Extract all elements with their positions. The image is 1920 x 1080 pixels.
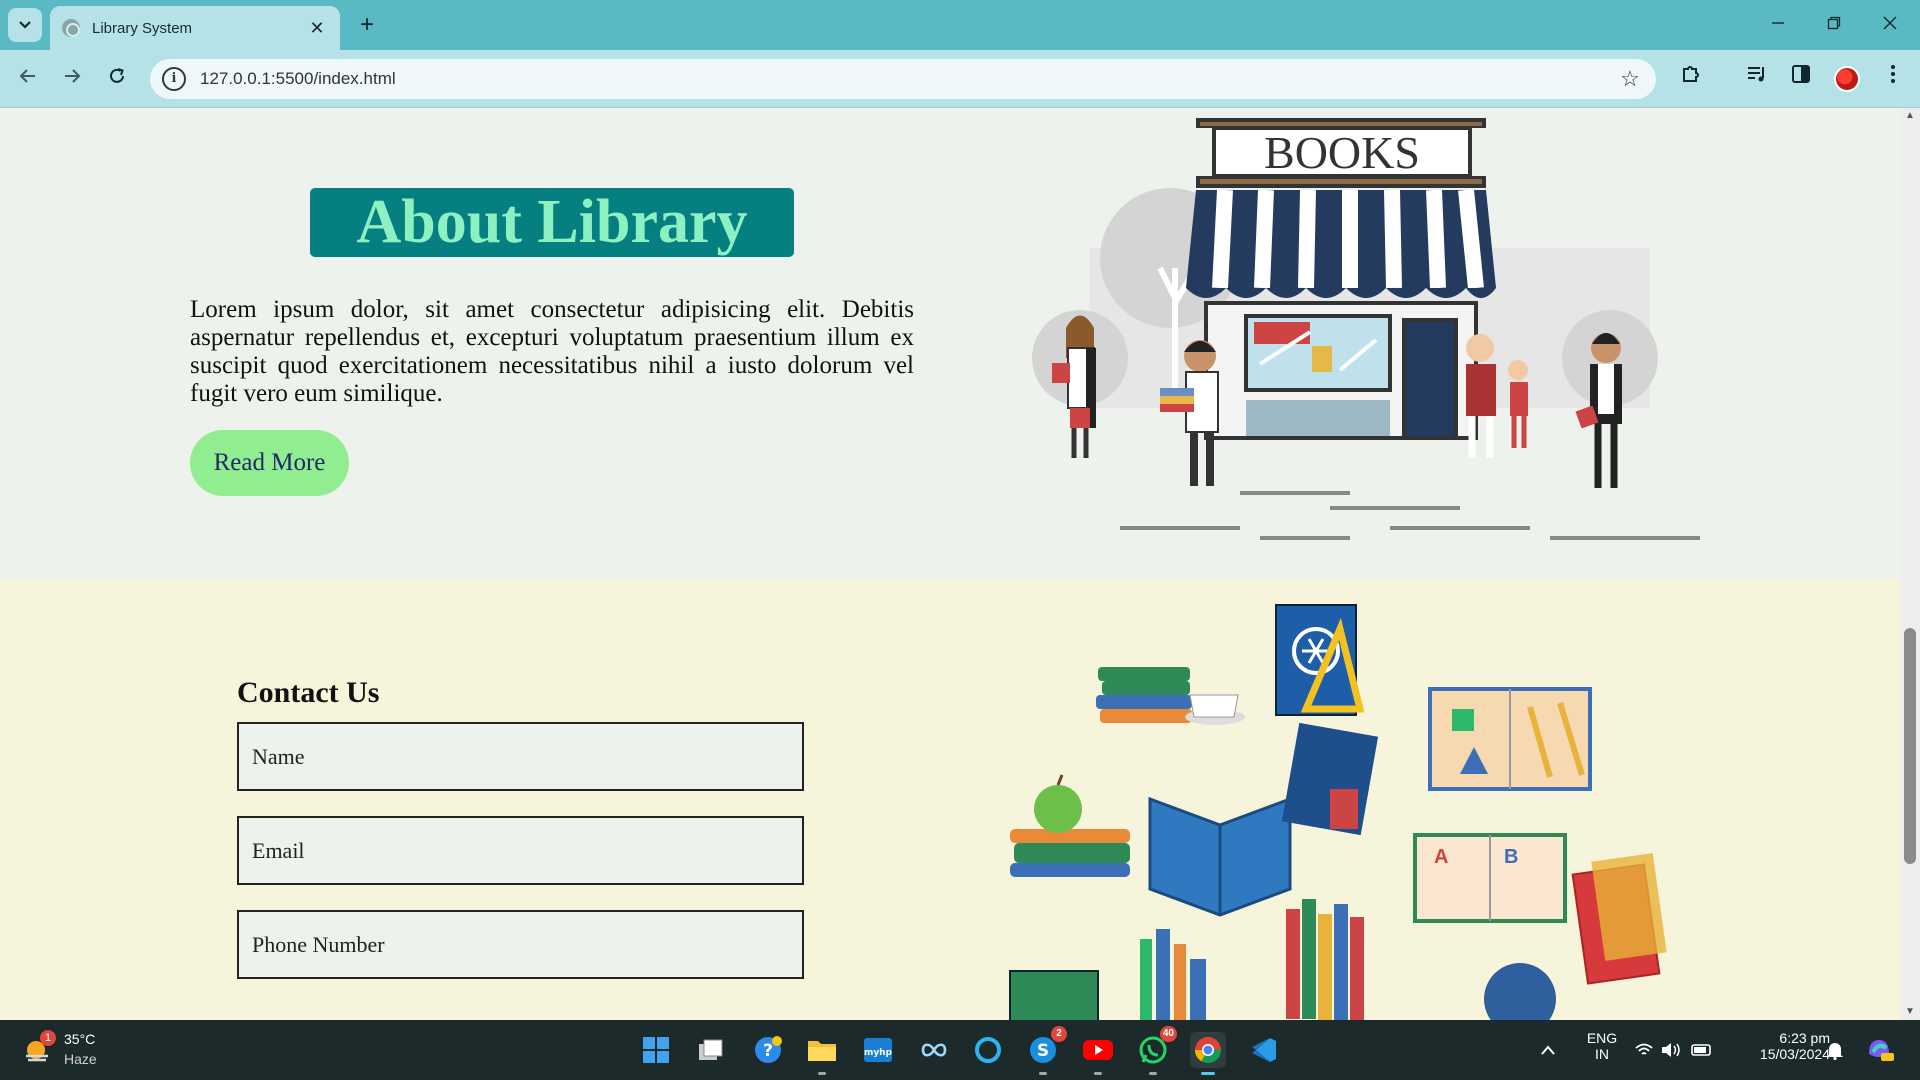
skype-icon[interactable]: S 2 [1025,1026,1067,1075]
cortana-icon[interactable] [970,1032,1006,1068]
extensions-icon[interactable] [1674,62,1708,96]
contact-title: Contact Us [237,676,380,709]
wifi-icon [1635,1043,1653,1055]
weather-condition[interactable]: Haze [64,1051,97,1067]
contact-section: Contact Us Name Email Phone Number A B [0,579,1900,1020]
youtube-icon[interactable] [1080,1032,1116,1075]
media-control-icon[interactable] [1740,62,1774,96]
scrollbar-thumb[interactable] [1904,628,1916,864]
about-title: About Library [310,188,794,257]
skype-notification-badge: 2 [1051,1026,1067,1042]
clock-date: 15/03/2024 [1759,1046,1830,1062]
clock[interactable]: 6:23 pm 15/03/2024 [1740,1020,1830,1080]
kebab-menu-icon[interactable] [1876,62,1910,96]
task-view-icon[interactable] [692,1032,728,1068]
volume-icon [1662,1043,1671,1057]
scroll-up-arrow-icon[interactable]: ▲ [1900,108,1920,124]
vscode-icon[interactable] [1246,1032,1282,1068]
url-text[interactable]: 127.0.0.1:5500/index.html [200,69,1612,89]
minimize-icon[interactable] [1750,6,1806,42]
arrow-left-icon [19,69,35,83]
about-paragraph: Lorem ipsum dolor, sit amet consectetur … [190,296,914,407]
address-bar[interactable]: i 127.0.0.1:5500/index.html ☆ [150,59,1656,99]
language-indicator[interactable]: ENG IN [1582,1020,1622,1080]
svg-text:S: S [1037,1041,1049,1061]
running-indicator [1094,1072,1102,1075]
reload-button[interactable] [99,61,135,97]
notification-bell-icon[interactable] [1826,1020,1846,1080]
help-icon[interactable]: ? [750,1032,786,1068]
weather-badge: 1 [40,1030,56,1046]
running-indicator [818,1072,826,1075]
show-hidden-icons-chevron-up-icon[interactable] [1540,1020,1570,1080]
bookstore-illustration: BOOKS [1032,118,1700,540]
start-windows-icon[interactable] [638,1032,674,1068]
svg-text:A: A [1434,846,1448,868]
email-field[interactable]: Email [237,816,804,885]
forward-button[interactable] [54,61,90,97]
scroll-down-arrow-icon[interactable]: ▼ [1900,1004,1920,1020]
svg-text:?: ? [763,1041,773,1061]
myhp-icon[interactable]: myhp [860,1032,896,1068]
tab-close-button[interactable]: ✕ [306,18,328,39]
running-indicator [1149,1072,1157,1075]
whatsapp-notification-badge: 40 [1159,1026,1177,1042]
chrome-icon[interactable] [1190,1032,1226,1075]
svg-text:B: B [1504,846,1518,868]
read-more-button[interactable]: Read More [190,430,349,496]
infinity-app-icon[interactable] [916,1032,952,1068]
page-viewport: About Library Lorem ipsum dolor, sit ame… [0,108,1920,1020]
site-info-icon[interactable]: i [162,67,186,91]
profile-avatar[interactable] [1834,66,1860,92]
svg-text:myhp: myhp [864,1048,893,1058]
language-code: ENG [1586,1030,1618,1046]
restore-icon[interactable] [1806,6,1862,42]
about-section: About Library Lorem ipsum dolor, sit ame… [0,108,1900,579]
books-illustration: A B [1009,604,1667,1020]
arrow-right-icon [65,69,81,83]
os-taskbar: 1 35°C Haze ? myhp S 2 40 ENG IN 6:23 pm… [0,1020,1920,1080]
globe-icon [62,19,80,37]
tab-search-button[interactable] [8,8,42,42]
weather-temperature[interactable]: 35°C [64,1031,95,1047]
whatsapp-icon[interactable]: 40 [1135,1026,1177,1075]
chevron-down-icon [19,21,31,29]
tab-title: Library System [92,19,193,37]
running-indicator [1039,1072,1047,1075]
back-button[interactable] [10,61,46,97]
region-code: IN [1595,1046,1609,1062]
active-indicator [1201,1072,1215,1075]
phone-number-field[interactable]: Phone Number [237,910,804,979]
books-sign-text: BOOKS [1264,127,1420,178]
new-tab-button[interactable]: + [352,10,382,40]
file-explorer-icon[interactable] [804,1032,840,1075]
browser-toolbar: i 127.0.0.1:5500/index.html ☆ [0,50,1920,108]
reload-icon [110,68,124,83]
bookmark-star-icon[interactable]: ☆ [1612,66,1648,92]
side-panel-icon[interactable] [1784,62,1818,96]
network-volume-battery-group[interactable] [1634,1020,1714,1080]
page-scrollbar[interactable]: ▲ ▼ [1900,108,1920,1020]
browser-tab-bar: Library System ✕ + [0,0,1920,50]
browser-tab[interactable]: Library System ✕ [50,6,340,50]
clock-time: 6:23 pm [1779,1030,1830,1046]
copilot-icon[interactable] [1864,1020,1900,1080]
name-field[interactable]: Name [237,722,804,791]
close-window-icon[interactable] [1862,6,1918,42]
